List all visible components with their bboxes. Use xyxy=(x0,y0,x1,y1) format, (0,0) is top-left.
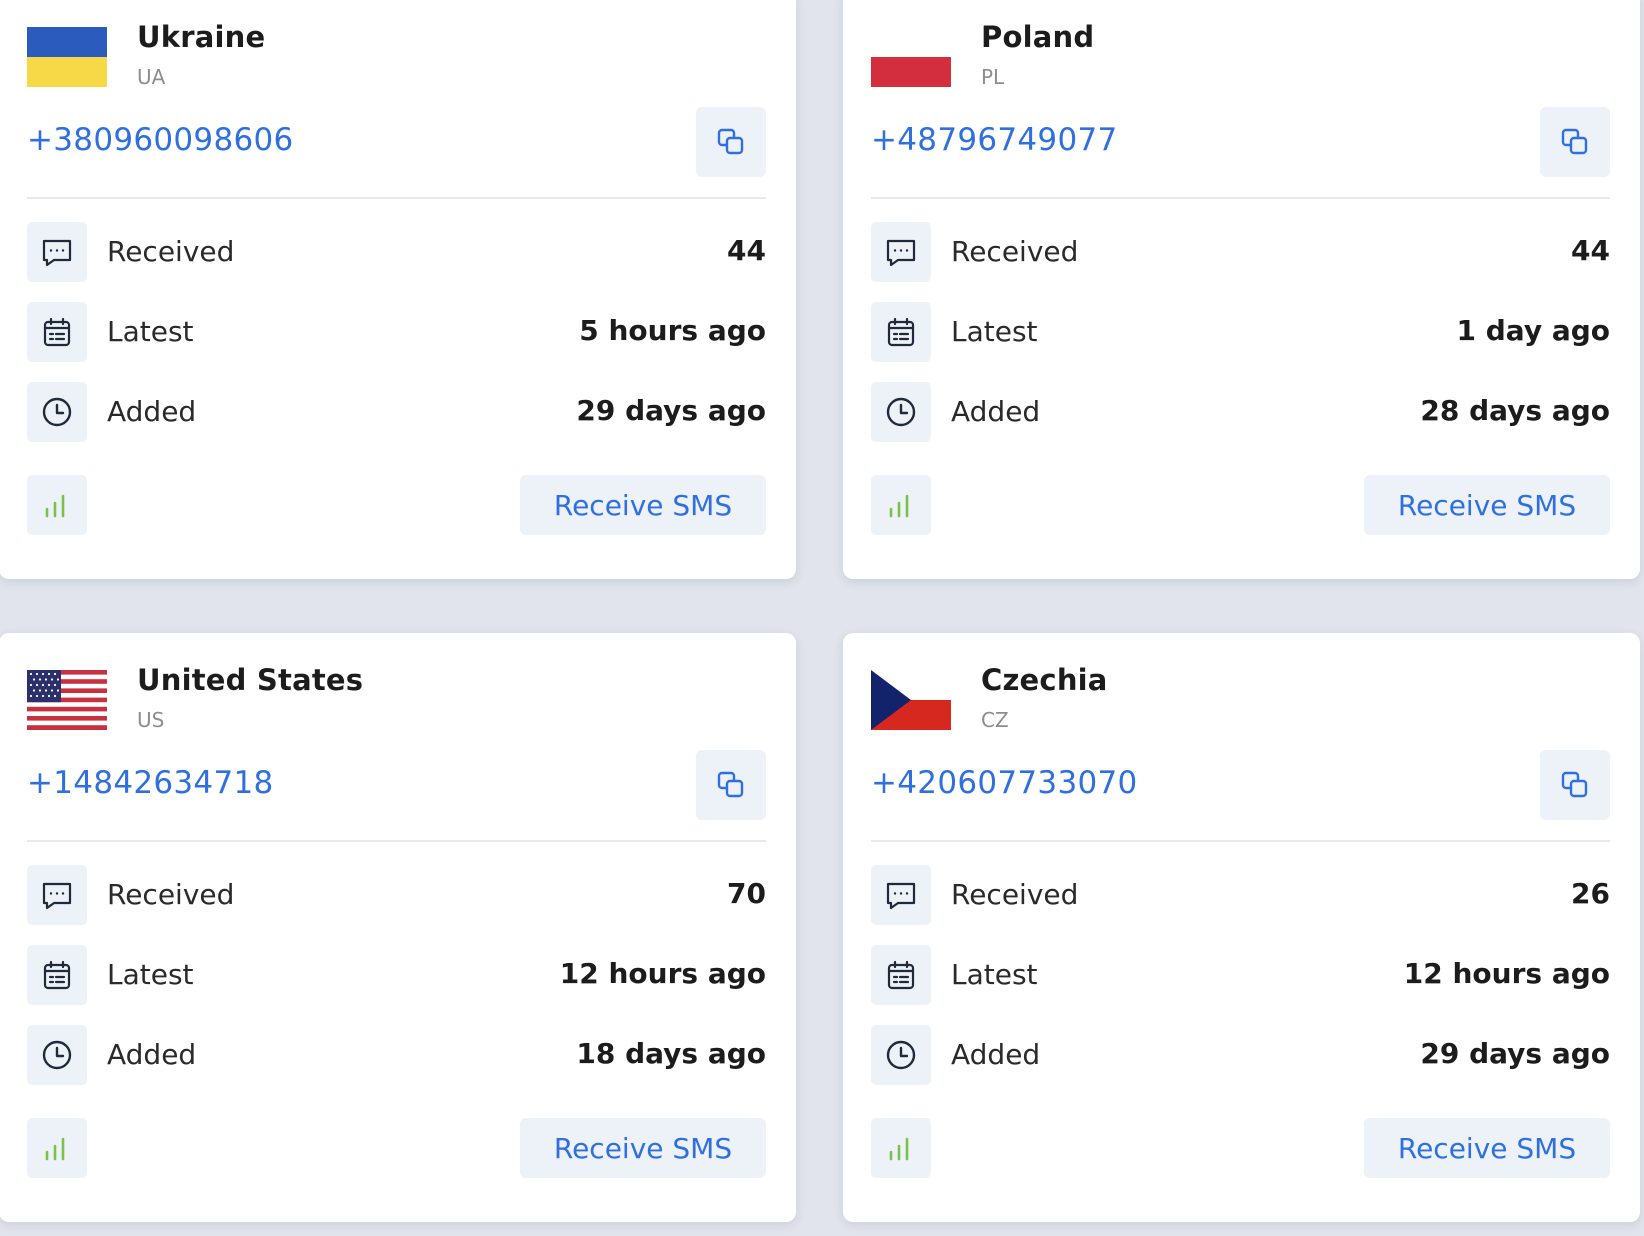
received-value: 26 xyxy=(1571,877,1610,910)
poland-flag xyxy=(871,27,951,87)
added-value: 28 days ago xyxy=(1420,394,1610,427)
phone-number[interactable]: +420607733070 xyxy=(871,765,1138,801)
divider xyxy=(27,840,766,842)
calendar-icon xyxy=(27,302,87,362)
clock-icon xyxy=(871,1025,931,1085)
copy-number-button[interactable] xyxy=(1540,107,1610,177)
us-flag xyxy=(27,670,107,730)
stat-row-added: Added 18 days ago xyxy=(27,1025,766,1085)
latest-label: Latest xyxy=(107,958,194,991)
latest-value: 12 hours ago xyxy=(1403,957,1610,990)
stat-row-latest: Latest 12 hours ago xyxy=(27,945,766,1005)
phone-number[interactable]: +14842634718 xyxy=(27,765,274,801)
country-code: UA xyxy=(137,65,166,89)
latest-value: 5 hours ago xyxy=(579,314,766,347)
ukraine-flag xyxy=(27,27,107,87)
number-card-ukraine: Ukraine UA +380960098606 Received 44 Lat… xyxy=(0,0,796,579)
signal-bars-icon xyxy=(871,475,931,535)
added-label: Added xyxy=(107,395,197,428)
latest-label: Latest xyxy=(951,315,1038,348)
stat-row-received: Received 26 xyxy=(871,865,1610,925)
receive-sms-button[interactable]: Receive SMS xyxy=(1364,475,1610,535)
message-dots-icon xyxy=(871,222,931,282)
country-code: US xyxy=(137,708,165,732)
received-value: 44 xyxy=(727,234,766,267)
country-name: Czechia xyxy=(981,663,1108,697)
received-label: Received xyxy=(107,235,235,268)
phone-number[interactable]: +380960098606 xyxy=(27,122,294,158)
added-label: Added xyxy=(951,395,1041,428)
stat-row-added: Added 28 days ago xyxy=(871,382,1610,442)
receive-sms-button[interactable]: Receive SMS xyxy=(520,1118,766,1178)
divider xyxy=(27,197,766,199)
latest-value: 1 day ago xyxy=(1456,314,1610,347)
copy-number-button[interactable] xyxy=(1540,750,1610,820)
added-value: 18 days ago xyxy=(576,1037,766,1070)
clock-icon xyxy=(871,382,931,442)
copy-icon xyxy=(1561,771,1588,798)
stat-row-latest: Latest 1 day ago xyxy=(871,302,1610,362)
country-name: Poland xyxy=(981,20,1095,54)
added-value: 29 days ago xyxy=(576,394,766,427)
signal-bars-icon xyxy=(27,1118,87,1178)
receive-sms-button[interactable]: Receive SMS xyxy=(1364,1118,1610,1178)
message-dots-icon xyxy=(871,865,931,925)
clock-icon xyxy=(27,1025,87,1085)
latest-value: 12 hours ago xyxy=(559,957,766,990)
stat-row-added: Added 29 days ago xyxy=(871,1025,1610,1085)
signal-bars-icon xyxy=(871,1118,931,1178)
message-dots-icon xyxy=(27,865,87,925)
country-code: CZ xyxy=(981,708,1009,732)
clock-icon xyxy=(27,382,87,442)
stat-row-received: Received 44 xyxy=(27,222,766,282)
signal-bars-icon xyxy=(27,475,87,535)
number-card-czechia: Czechia CZ +420607733070 Received 26 Lat… xyxy=(843,633,1640,1222)
number-card-united-states: United States US +14842634718 Received 7… xyxy=(0,633,796,1222)
received-label: Received xyxy=(107,878,235,911)
divider xyxy=(871,197,1610,199)
czechia-flag xyxy=(871,670,951,730)
received-label: Received xyxy=(951,878,1079,911)
copy-number-button[interactable] xyxy=(696,107,766,177)
calendar-icon xyxy=(27,945,87,1005)
copy-icon xyxy=(717,771,744,798)
phone-number[interactable]: +48796749077 xyxy=(871,122,1118,158)
divider xyxy=(871,840,1610,842)
latest-label: Latest xyxy=(107,315,194,348)
stat-row-received: Received 44 xyxy=(871,222,1610,282)
stat-row-latest: Latest 12 hours ago xyxy=(871,945,1610,1005)
stat-row-latest: Latest 5 hours ago xyxy=(27,302,766,362)
number-card-poland: Poland PL +48796749077 Received 44 Lates… xyxy=(843,0,1640,579)
added-label: Added xyxy=(107,1038,197,1071)
country-code: PL xyxy=(981,65,1005,89)
receive-sms-button[interactable]: Receive SMS xyxy=(520,475,766,535)
received-value: 44 xyxy=(1571,234,1610,267)
country-name: United States xyxy=(137,663,364,697)
added-value: 29 days ago xyxy=(1420,1037,1610,1070)
added-label: Added xyxy=(951,1038,1041,1071)
message-dots-icon xyxy=(27,222,87,282)
copy-number-button[interactable] xyxy=(696,750,766,820)
latest-label: Latest xyxy=(951,958,1038,991)
received-value: 70 xyxy=(727,877,766,910)
copy-icon xyxy=(717,128,744,155)
calendar-icon xyxy=(871,945,931,1005)
copy-icon xyxy=(1561,128,1588,155)
calendar-icon xyxy=(871,302,931,362)
stat-row-received: Received 70 xyxy=(27,865,766,925)
country-name: Ukraine xyxy=(137,20,266,54)
received-label: Received xyxy=(951,235,1079,268)
stat-row-added: Added 29 days ago xyxy=(27,382,766,442)
